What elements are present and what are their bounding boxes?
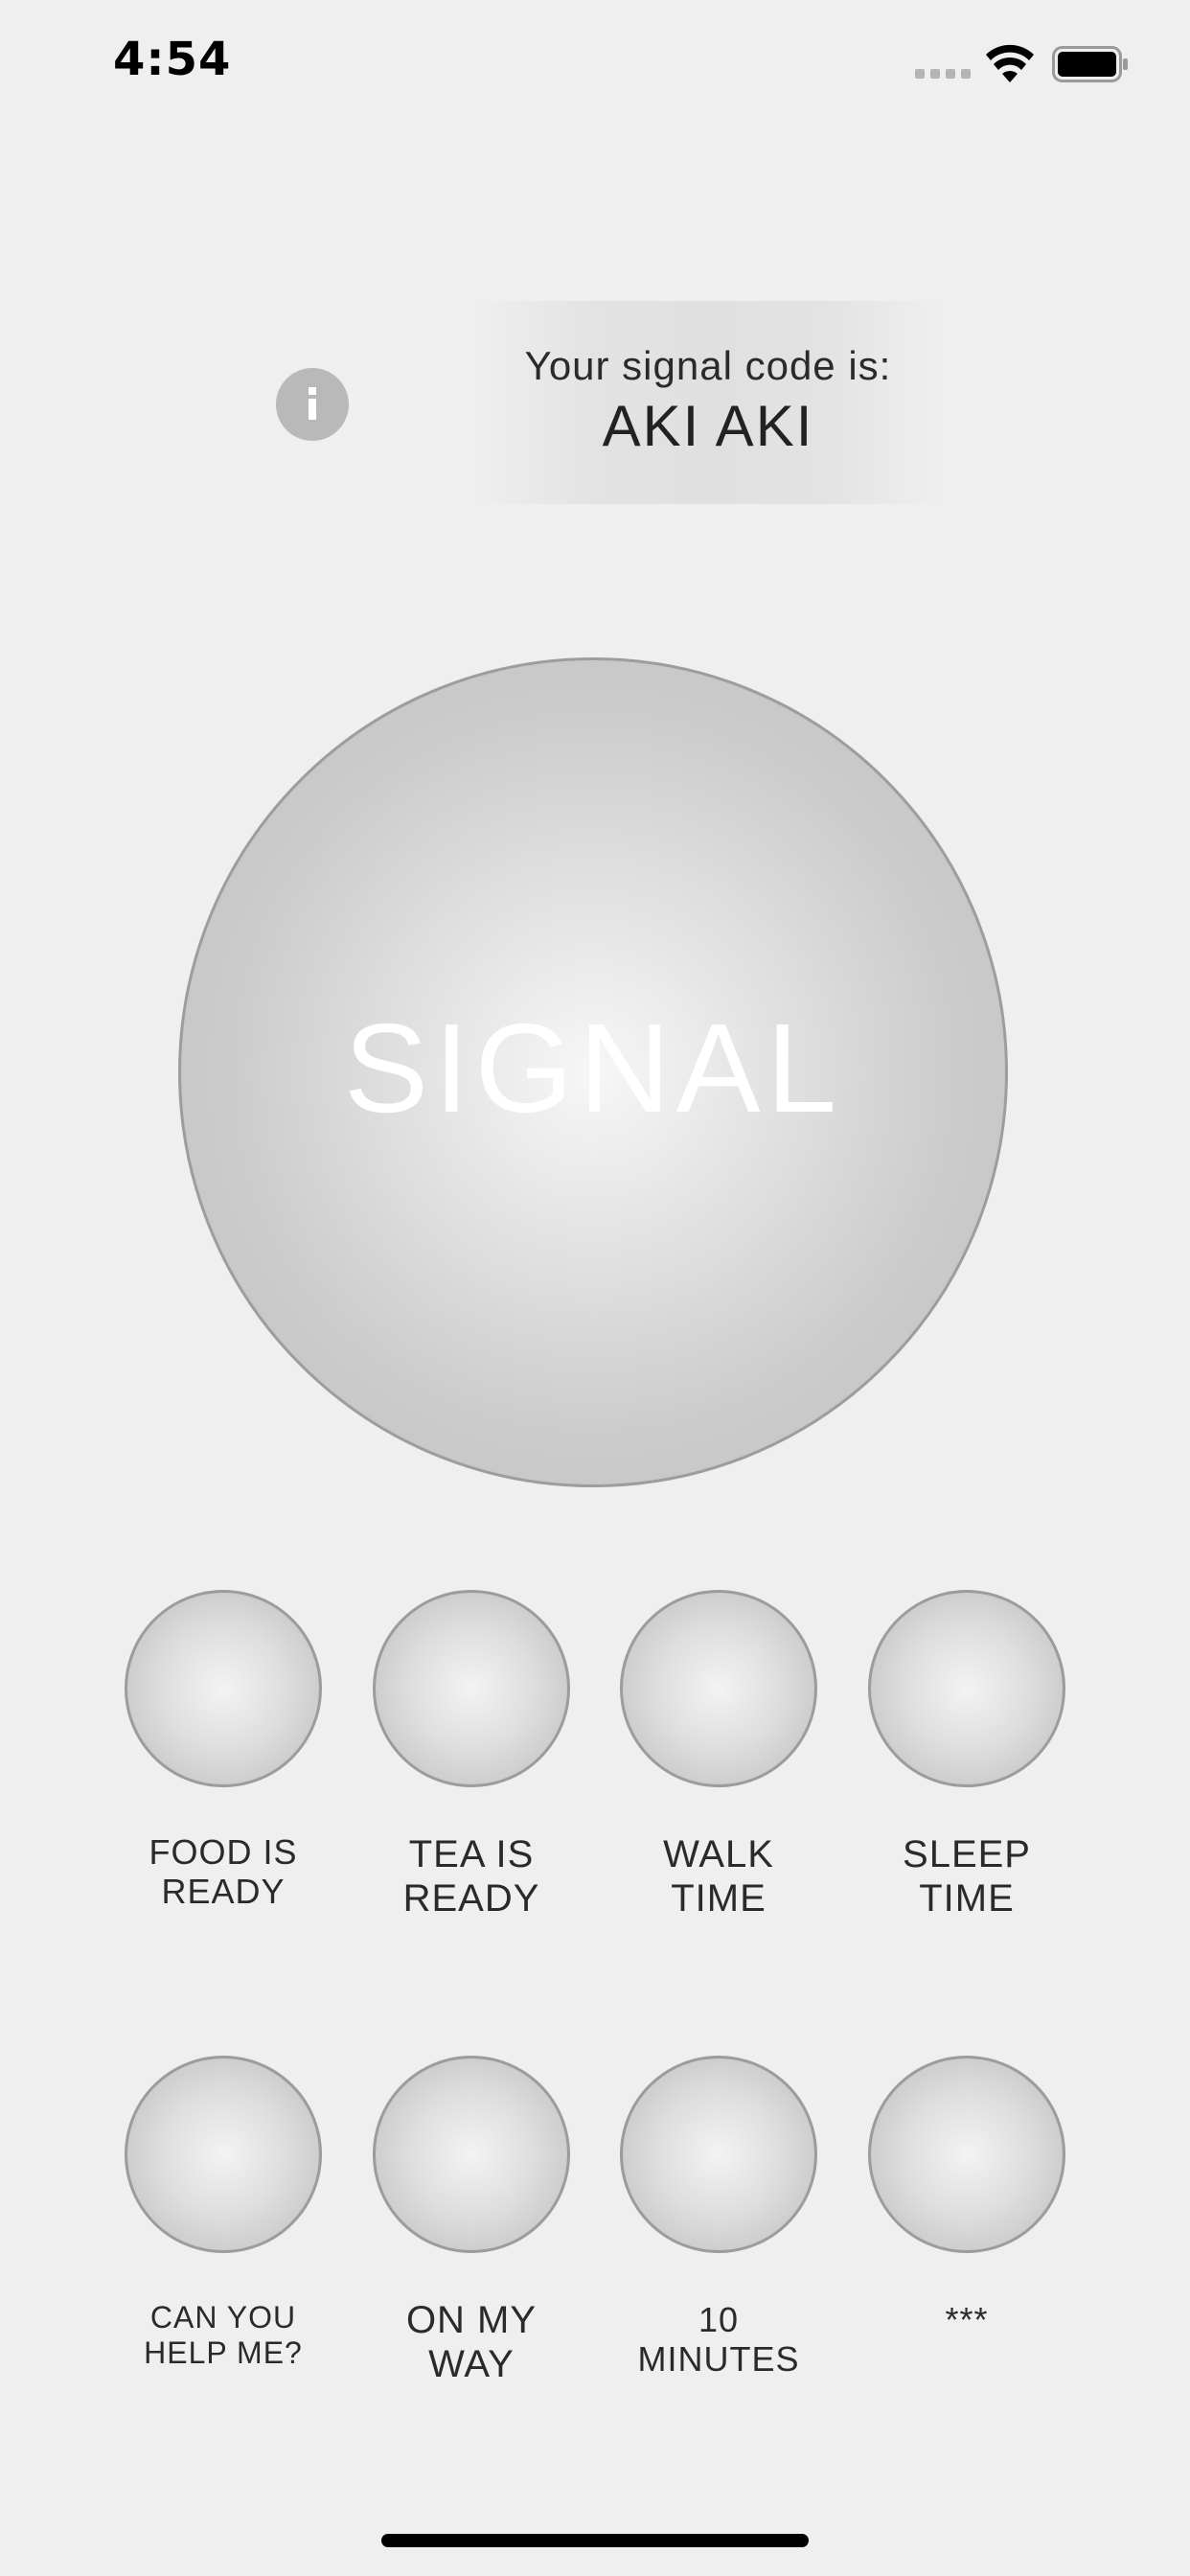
info-icon[interactable] (276, 368, 349, 441)
sleep-time-label: SLEEP TIME (903, 1833, 1031, 1920)
signal-code-panel: Your signal code is: AKI AKI (473, 301, 943, 504)
walk-time-label: WALK TIME (663, 1833, 774, 1920)
home-indicator[interactable] (381, 2534, 809, 2547)
status-time: 4:54 (113, 33, 232, 86)
signal-code-label: Your signal code is: (524, 343, 892, 388)
cellular-signal-icon (915, 69, 971, 79)
signal-button[interactable]: SIGNAL (178, 657, 1008, 1487)
on-my-way-label: ON MY WAY (405, 2299, 538, 2385)
food-is-ready-button[interactable] (125, 1590, 322, 1787)
app-screen: 4:54 Your signal code is: AKI AKI SIGNAL… (0, 0, 1190, 2576)
battery-icon (1052, 46, 1128, 82)
tea-is-ready-button[interactable] (373, 1590, 570, 1787)
walk-time-button[interactable] (620, 1590, 817, 1787)
can-you-help-me-button[interactable] (125, 2056, 322, 2253)
sleep-time-button[interactable] (868, 1590, 1065, 1787)
wifi-icon (986, 44, 1034, 82)
custom-signal-button[interactable] (868, 2056, 1065, 2253)
on-my-way-button[interactable] (373, 2056, 570, 2253)
signal-code-value: AKI AKI (602, 394, 814, 458)
food-is-ready-label: FOOD IS READY (149, 1832, 298, 1912)
ten-minutes-button[interactable] (620, 2056, 817, 2253)
tea-is-ready-label: TEA IS READY (402, 1833, 540, 1920)
signal-button-label: SIGNAL (343, 998, 843, 1138)
ten-minutes-label: 10 MINUTES (637, 2300, 800, 2380)
custom-signal-label: *** (945, 2300, 989, 2339)
can-you-help-me-label: CAN YOU HELP ME? (144, 2300, 303, 2370)
